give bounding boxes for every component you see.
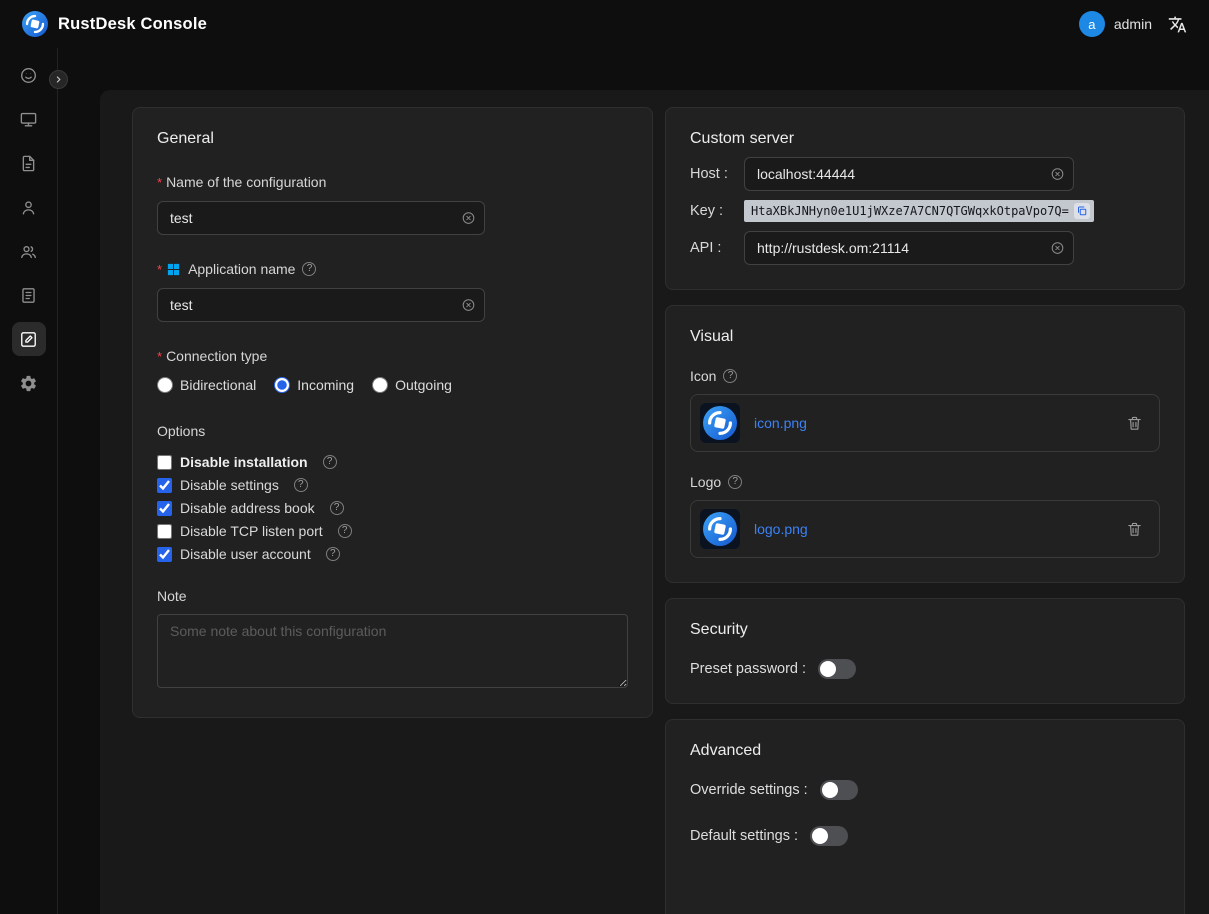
icon-filename-link[interactable]: icon.png [754,415,807,431]
logo-file-box: logo.png [690,500,1160,558]
rustdesk-logo-icon [703,406,737,440]
default-settings-toggle[interactable] [810,826,848,846]
checkbox-disable-address-book[interactable]: Disable address book ? [157,500,628,516]
api-row: API : [690,231,1160,265]
default-settings-label: Default settings : [690,828,798,844]
custom-server-title: Custom server [690,130,1160,148]
override-settings-row: Override settings : [690,780,1160,800]
brand: RustDesk Console [22,11,207,37]
sidebar-item-users[interactable] [12,190,46,224]
visual-card: Visual Icon ? [665,305,1185,583]
key-row: Key : HtaXBkJNHyn0e1U1jWXze7A7CN7QTGWqxk… [690,200,1160,222]
name-field-label: * Name of the configuration [157,174,628,190]
radio-outgoing[interactable]: Outgoing [372,377,452,393]
checkbox-disable-installation[interactable]: Disable installation ? [157,454,628,470]
help-icon[interactable]: ? [723,369,737,383]
clear-icon[interactable] [1050,167,1065,182]
icon-preview [700,403,740,443]
connection-type-label: * Connection type [157,348,628,364]
config-name-input[interactable] [157,201,485,235]
checkbox-disable-tcp-listen-port[interactable]: Disable TCP listen port ? [157,523,628,539]
security-card: Security Preset password : [665,598,1185,704]
radio-bidirectional[interactable]: Bidirectional [157,377,256,393]
logo-preview [700,509,740,549]
checkbox-disable-user-account[interactable]: Disable user account ? [157,546,628,562]
clear-icon[interactable] [1050,241,1065,256]
help-icon[interactable]: ? [323,455,337,469]
host-input[interactable] [744,157,1074,191]
api-input[interactable] [744,231,1074,265]
app-window: RustDesk Console a admin [0,0,1209,914]
app-name-field-label: * Application name ? [157,261,628,277]
rustdesk-logo-icon [703,512,737,546]
default-settings-row: Default settings : [690,826,1160,846]
radio-incoming[interactable]: Incoming [274,377,354,393]
host-row: Host : [690,157,1160,191]
host-label: Host : [690,166,744,182]
options-list: Disable installation ? Disable settings … [157,454,628,562]
sidebar-item-custom-client[interactable] [12,322,46,356]
connection-type-group: Bidirectional Incoming Outgoing [157,377,628,393]
icon-label: Icon ? [690,368,1160,384]
logo-label: Logo ? [690,474,1160,490]
general-title: General [157,130,628,148]
visual-title: Visual [690,328,1160,346]
advanced-title: Advanced [690,742,1160,760]
options-label: Options [157,423,628,439]
application-name-input[interactable] [157,288,485,322]
user-menu[interactable]: a admin [1079,11,1152,37]
override-settings-label: Override settings : [690,782,808,798]
avatar[interactable]: a [1079,11,1105,37]
help-icon[interactable]: ? [302,262,316,276]
custom-server-card: Custom server Host : Key : [665,107,1185,290]
sidebar-item-documents[interactable] [12,146,46,180]
security-title: Security [690,621,1160,639]
sidebar-expand-button[interactable] [49,70,68,89]
trash-icon[interactable] [1126,415,1143,432]
sidebar-item-settings[interactable] [12,366,46,400]
copy-icon[interactable] [1074,203,1090,219]
override-settings-toggle[interactable] [820,780,858,800]
checkbox-disable-settings[interactable]: Disable settings ? [157,477,628,493]
language-icon[interactable] [1168,15,1187,34]
sidebar-item-audit-log[interactable] [12,278,46,312]
general-card: General * Name of the configuration * [132,107,653,718]
api-label: API : [690,240,744,256]
content-panel: General * Name of the configuration * [100,90,1209,914]
logo-filename-link[interactable]: logo.png [754,521,808,537]
icon-file-box: icon.png [690,394,1160,452]
sidebar [0,48,58,914]
sidebar-item-groups[interactable] [12,234,46,268]
top-bar: RustDesk Console a admin [0,0,1209,48]
required-marker: * [157,176,162,189]
user-name: admin [1114,16,1152,32]
required-marker: * [157,350,162,363]
chevron-right-icon [53,74,64,85]
key-label: Key : [690,203,744,219]
server-key-value: HtaXBkJNHyn0e1U1jWXze7A7CN7QTGWqxkOtpaVp… [744,200,1094,222]
sidebar-item-devices[interactable] [12,102,46,136]
note-label: Note [157,588,628,604]
help-icon[interactable]: ? [326,547,340,561]
help-icon[interactable]: ? [330,501,344,515]
note-textarea[interactable] [157,614,628,688]
help-icon[interactable]: ? [728,475,742,489]
clear-icon[interactable] [461,211,476,226]
preset-password-toggle[interactable] [818,659,856,679]
preset-password-label: Preset password : [690,661,806,677]
preset-password-row: Preset password : [690,659,1160,679]
app-title: RustDesk Console [58,15,207,34]
windows-icon [166,262,181,277]
clear-icon[interactable] [461,298,476,313]
required-marker: * [157,263,162,276]
rustdesk-logo-icon [22,11,48,37]
help-icon[interactable]: ? [338,524,352,538]
advanced-card: Advanced Override settings : Default set… [665,719,1185,914]
user-area: a admin [1079,11,1187,37]
trash-icon[interactable] [1126,521,1143,538]
sidebar-item-dashboard[interactable] [12,58,46,92]
help-icon[interactable]: ? [294,478,308,492]
